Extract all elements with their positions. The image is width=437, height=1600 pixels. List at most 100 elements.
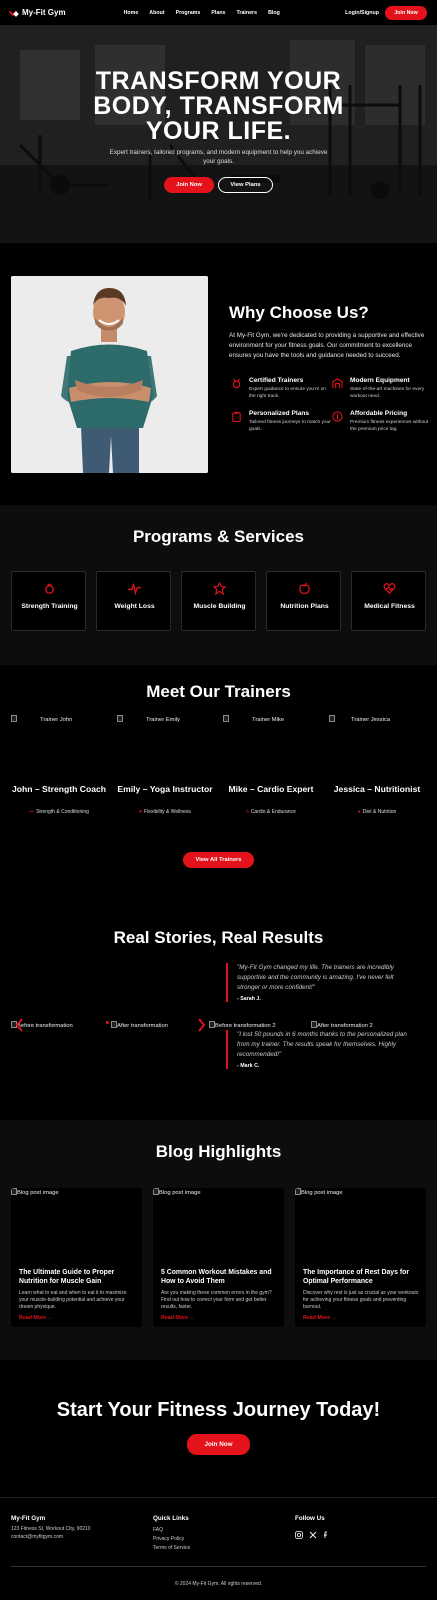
nav-link-about[interactable]: About (149, 10, 164, 16)
blog-section: Blog Highlights Blog post image The Ulti… (0, 1120, 437, 1360)
hero-title-line-3: YOUR LIFE. (145, 117, 292, 145)
image-alt-text: Trainer John (40, 717, 73, 723)
dumbbell-icon: ⊷ (29, 809, 35, 815)
price-icon (332, 411, 343, 422)
why-title: Why Choose Us? (229, 303, 369, 322)
carousel-next-icon[interactable] (197, 1018, 205, 1032)
blog-image: Blog post image (153, 1188, 201, 1196)
footer-link-privacy[interactable]: Privacy Policy (153, 1535, 184, 1544)
trainer-name-mike: Mike – Cardio Expert (228, 784, 314, 794)
programs-title: Programs & Services (132, 527, 305, 546)
blog-post-title[interactable]: The Importance of Rest Days for Optimal … (303, 1268, 421, 1286)
blog-image: Blog post image (11, 1188, 59, 1196)
image-alt-text: Before transformation (17, 1023, 73, 1029)
carousel-dot[interactable] (106, 1021, 109, 1024)
cta-join-button[interactable]: Join Now (187, 1434, 250, 1455)
image-alt-text: After transformation (117, 1023, 168, 1029)
strength-icon (45, 583, 54, 594)
hero-title-line-2: BODY, TRANSFORM (93, 92, 344, 120)
logo-icon (10, 8, 19, 17)
nav-actions: Login/Signup Join Now (345, 5, 427, 20)
nav-link-home[interactable]: Home (124, 10, 139, 16)
hero-subtitle: Expert trainers, tailored programs, and … (109, 149, 328, 165)
nav-links: Home About Programs Plans Trainers Blog (124, 10, 280, 16)
nav-join-button[interactable]: Join Now (385, 5, 427, 20)
footer-email[interactable]: contact@myfitgym.com (11, 1533, 63, 1542)
programs-section: Programs & Services Strength Training We… (0, 505, 437, 665)
heart-icon: ♥ (139, 809, 143, 815)
hero-join-button[interactable]: Join Now (164, 177, 214, 193)
testimonial-sarah: "My-Fit Gym changed my life. The trainer… (226, 963, 418, 1002)
brand-logo[interactable]: My-Fit Gym (10, 8, 66, 17)
read-more-link[interactable]: Read More → (161, 1315, 195, 1321)
testimonial-author: - Sarah J. (237, 996, 261, 1002)
broken-image-icon (11, 715, 17, 722)
heart-pulse-icon (383, 583, 396, 594)
hero-section: TRANSFORM YOUR BODY, TRANSFORM YOUR LIFE… (0, 25, 437, 243)
feature-desc: Tailored fitness journeys to match your … (249, 420, 331, 432)
broken-image-icon (223, 715, 229, 722)
trainer-image-emily: Trainer Emily (117, 715, 215, 775)
nav-link-programs[interactable]: Programs (176, 10, 201, 16)
footer: My-Fit Gym 123 Fitness St, Workout City,… (0, 1497, 437, 1600)
testimonial-author: - Mark C. (237, 1063, 260, 1069)
program-label: Medical Fitness (364, 603, 415, 610)
nav-link-blog[interactable]: Blog (268, 10, 280, 16)
trainer-spec-jessica: ● Diet & Nutrition (325, 809, 429, 815)
instagram-icon[interactable] (295, 1531, 303, 1539)
feature-desc: State-of-the-art machines for every work… (350, 387, 425, 399)
program-card-nutrition-plans[interactable]: Nutrition Plans (266, 571, 341, 631)
feature-desc: Expert guidance to ensure you're on the … (249, 387, 326, 399)
feature-title: Affordable Pricing (350, 410, 408, 417)
apple-icon (299, 582, 310, 594)
testimonial-mark: "I lost 50 pounds in 6 months thanks to … (226, 1030, 418, 1069)
clipboard-icon (232, 411, 241, 422)
blog-post-excerpt: Are you making these common errors in th… (161, 1290, 272, 1310)
blog-image: Blog post image (295, 1188, 343, 1196)
read-more-link[interactable]: Read More → (19, 1315, 53, 1321)
footer-divider (11, 1566, 426, 1567)
broken-image-icon (329, 715, 335, 722)
image-alt-text: Before transformation 2 (215, 1023, 276, 1029)
carousel-prev-icon[interactable] (16, 1018, 24, 1032)
trainers-section: Meet Our Trainers Trainer John Trainer E… (0, 665, 437, 1120)
view-all-trainers-button[interactable]: View All Trainers (183, 852, 254, 868)
blog-post-excerpt: Discover why rest is just as crucial as … (303, 1290, 419, 1310)
stories-title: Real Stories, Real Results (113, 928, 324, 947)
facebook-icon[interactable] (322, 1531, 330, 1539)
hero-view-plans-button[interactable]: View Plans (218, 177, 273, 193)
read-more-link[interactable]: Read More → (303, 1315, 337, 1321)
apple-icon: ● (357, 809, 361, 815)
blog-card[interactable]: Blog post image 5 Common Workout Mistake… (153, 1188, 284, 1327)
medal-icon (232, 378, 241, 389)
twitter-icon[interactable] (309, 1531, 317, 1539)
feature-desc: Premium fitness experiences without the … (350, 420, 429, 432)
why-choose-us-section: Why Choose Us? At My-Fit Gym, we're dedi… (0, 243, 437, 505)
trainer-image-jessica: Trainer Jessica (329, 715, 427, 775)
before-image-2: Before transformation 2 (209, 1021, 276, 1029)
login-signup-link[interactable]: Login/Signup (345, 10, 379, 16)
trainer-photo (11, 276, 208, 473)
nav-link-plans[interactable]: Plans (211, 10, 225, 16)
trainer-spec-emily: ♥ Flexibility & Wellness (113, 809, 217, 815)
top-navbar: My-Fit Gym Home About Programs Plans Tra… (0, 0, 437, 25)
trainer-image-john: Trainer John (11, 715, 109, 775)
program-card-medical-fitness[interactable]: Medical Fitness (351, 571, 426, 631)
blog-card[interactable]: Blog post image The Importance of Rest D… (295, 1188, 426, 1327)
blog-post-title[interactable]: The Ultimate Guide to Proper Nutrition f… (19, 1268, 137, 1286)
spec-label: Cardio & Endurance (250, 809, 296, 815)
spec-label: Diet & Nutrition (362, 809, 397, 815)
blog-card[interactable]: Blog post image The Ultimate Guide to Pr… (11, 1188, 142, 1327)
program-card-weight-loss[interactable]: Weight Loss (96, 571, 171, 631)
trainer-name-jessica: Jessica – Nutritionist (333, 784, 421, 794)
feature-title: Modern Equipment (350, 377, 410, 384)
footer-link-faq[interactable]: FAQ (153, 1526, 163, 1535)
footer-link-terms[interactable]: Terms of Service (153, 1544, 190, 1553)
program-card-muscle-building[interactable]: Muscle Building (181, 571, 256, 631)
program-card-strength-training[interactable]: Strength Training (11, 571, 86, 631)
program-label: Nutrition Plans (280, 603, 329, 610)
broken-image-icon (117, 715, 123, 722)
nav-link-trainers[interactable]: Trainers (236, 10, 257, 16)
cta-title: Start Your Fitness Journey Today! (56, 1399, 381, 1421)
blog-post-title[interactable]: 5 Common Workout Mistakes and How to Avo… (161, 1268, 279, 1286)
